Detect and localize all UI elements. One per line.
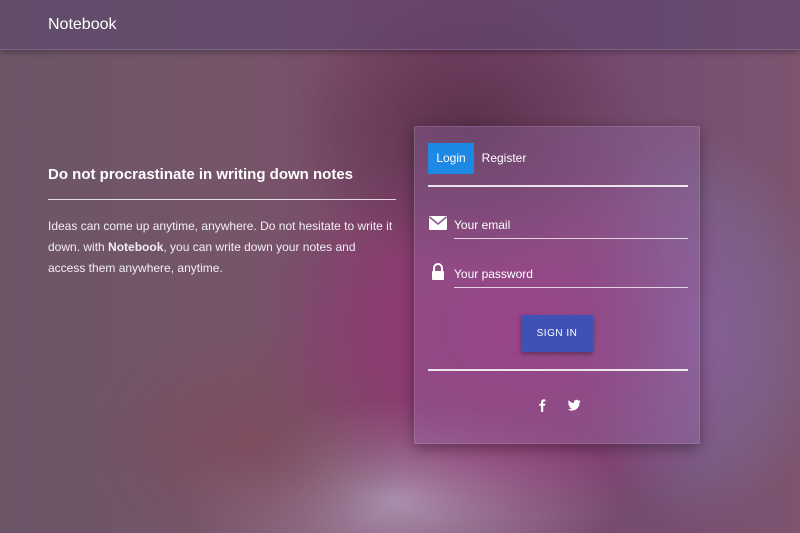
email-input[interactable] [454, 211, 688, 239]
tab-register[interactable]: Register [478, 143, 530, 174]
tab-login[interactable]: Login [428, 143, 474, 174]
form-divider [428, 369, 688, 371]
brand-link[interactable]: Notebook [48, 16, 117, 34]
password-input[interactable] [454, 260, 688, 288]
twitter-icon[interactable] [566, 397, 582, 413]
hero-description: Ideas can come up anytime, anywhere. Do … [48, 216, 396, 279]
login-card: Login Register SIGN IN [414, 126, 700, 444]
envelope-icon [428, 216, 448, 230]
password-field-group [428, 260, 688, 290]
facebook-icon[interactable] [534, 397, 550, 413]
lock-icon [432, 263, 444, 280]
email-field-group [428, 211, 688, 241]
auth-tabs: Login Register [428, 143, 688, 187]
sign-in-button[interactable]: SIGN IN [521, 315, 593, 352]
hero-section: Do not procrastinate in writing down not… [48, 165, 396, 279]
hero-title: Do not procrastinate in writing down not… [48, 165, 396, 200]
social-links [415, 397, 701, 413]
hero-text-brand: Notebook [108, 240, 164, 254]
top-navbar: Notebook [0, 0, 800, 50]
